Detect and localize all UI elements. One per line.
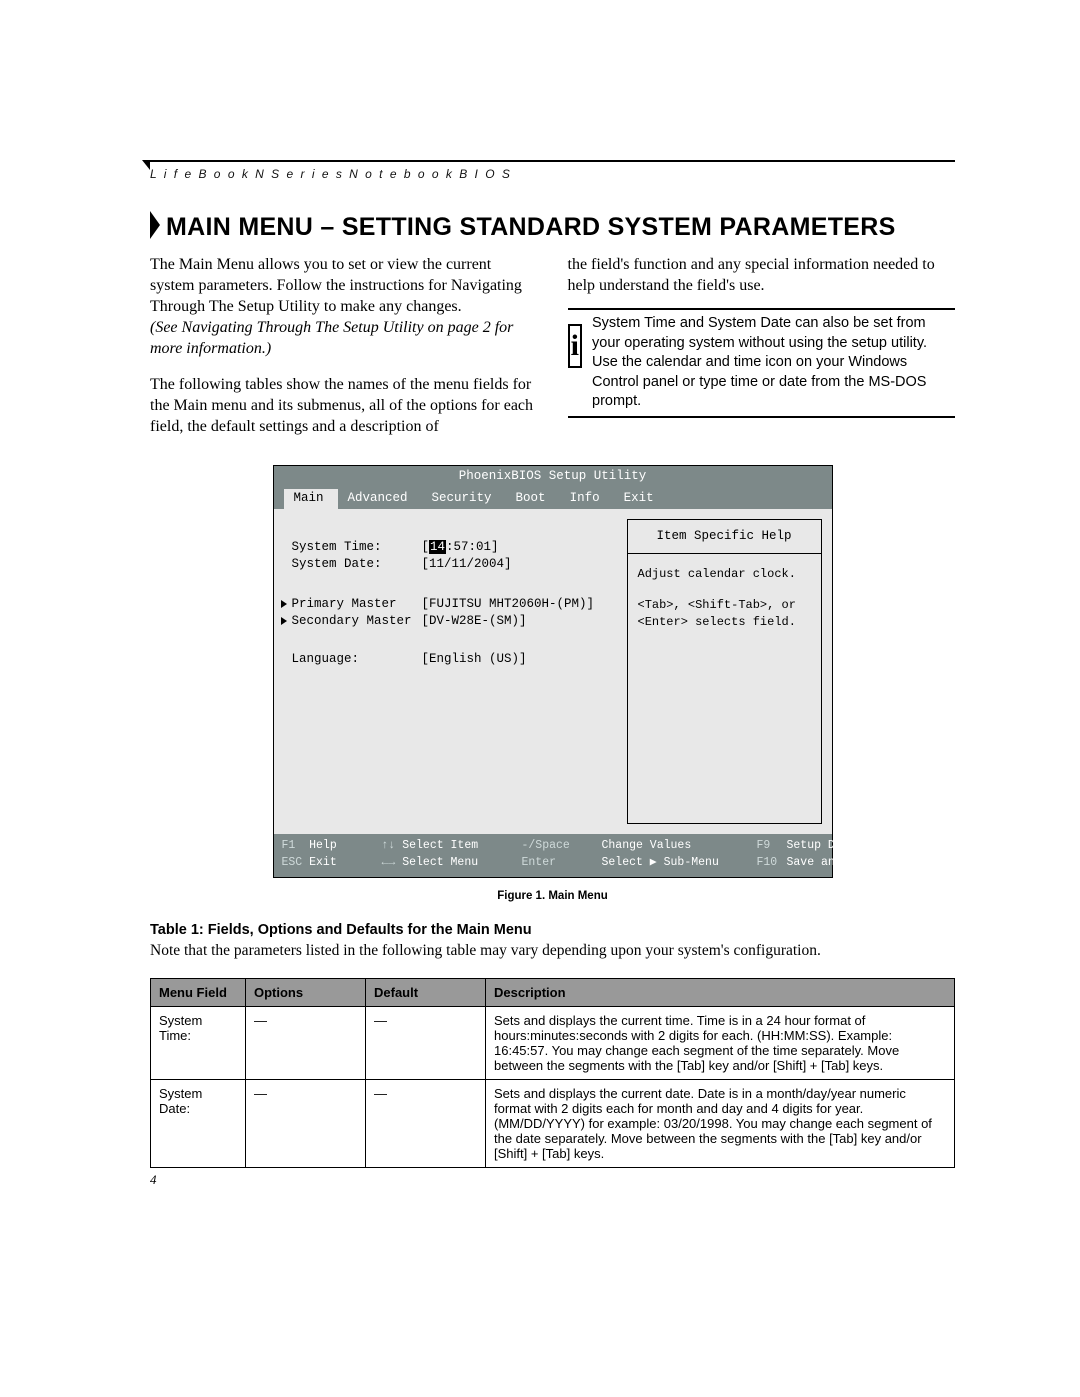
tab-security[interactable]: Security	[422, 489, 506, 509]
intro-p1: The Main Menu allows you to set or view …	[150, 254, 538, 317]
column-right: the field's function and any special inf…	[568, 254, 956, 437]
tab-advanced[interactable]: Advanced	[338, 489, 422, 509]
row-secondary-master[interactable]: Secondary Master [DV-W28E-(SM)]	[292, 613, 613, 631]
table-note: Note that the parameters listed in the f…	[150, 942, 955, 960]
bios-screenshot: PhoenixBIOS Setup Utility Main Advanced …	[273, 465, 833, 902]
page-title: MAIN MENU – SETTING STANDARD SYSTEM PARA…	[150, 211, 955, 242]
figure-caption: Figure 1. Main Menu	[273, 890, 833, 902]
table-row: System Time: — — Sets and displays the c…	[151, 1007, 955, 1080]
tab-boot[interactable]: Boot	[506, 489, 560, 509]
column-left: The Main Menu allows you to set or view …	[150, 254, 538, 437]
bios-footer: F1 Help ↑↓ Select Item -/Space Change Va…	[274, 834, 832, 877]
info-box: i System Time and System Date can also b…	[568, 308, 956, 418]
system-date-value[interactable]: [11/11/2004]	[422, 556, 512, 574]
table-title: Table 1: Fields, Options and Defaults fo…	[150, 922, 955, 938]
help-body: Adjust calendar clock. <Tab>, <Shift-Tab…	[628, 554, 821, 642]
row-system-date[interactable]: System Date: [11/11/2004]	[292, 556, 613, 574]
info-text: System Time and System Date can also be …	[592, 314, 955, 412]
row-language[interactable]: Language: [English (US)]	[292, 651, 613, 669]
row-primary-master[interactable]: Primary Master [FUJITSU MHT2060H-(PM)]	[292, 596, 613, 614]
row-system-time[interactable]: System Time: [14:57:01]	[292, 539, 613, 557]
info-icon: i	[568, 324, 583, 368]
table-header-row: Menu Field Options Default Description	[151, 979, 955, 1007]
primary-master-value: [FUJITSU MHT2060H-(PM)]	[422, 596, 595, 614]
running-header: L i f e B o o k N S e r i e s N o t e b …	[150, 167, 955, 181]
header-caret-icon	[142, 160, 150, 170]
table-row: System Date: — — Sets and displays the c…	[151, 1080, 955, 1168]
language-value: [English (US)]	[422, 651, 527, 669]
tab-info[interactable]: Info	[560, 489, 614, 509]
bios-main-area: System Time: [14:57:01] System Date: [11…	[274, 509, 832, 834]
bios-title: PhoenixBIOS Setup Utility	[274, 466, 832, 490]
intro-p3: the field's function and any special inf…	[568, 254, 956, 296]
caret-icon	[150, 211, 160, 239]
bios-help-pane: Item Specific Help Adjust calendar clock…	[627, 519, 822, 824]
system-time-value[interactable]: [14:57:01]	[422, 539, 499, 557]
tab-main[interactable]: Main	[284, 489, 338, 509]
intro-p2: The following tables show the names of t…	[150, 374, 538, 437]
help-header: Item Specific Help	[628, 520, 821, 555]
secondary-master-value: [DV-W28E-(SM)]	[422, 613, 527, 631]
bios-tab-bar: Main Advanced Security Boot Info Exit	[274, 489, 832, 509]
intro-see: (See Navigating Through The Setup Utilit…	[150, 317, 538, 359]
fields-table: Menu Field Options Default Description S…	[150, 978, 955, 1168]
bios-fields: System Time: [14:57:01] System Date: [11…	[284, 519, 621, 824]
page-number: 4	[150, 1172, 955, 1188]
header-rule: L i f e B o o k N S e r i e s N o t e b …	[150, 160, 955, 181]
body-columns: The Main Menu allows you to set or view …	[150, 254, 955, 437]
tab-exit[interactable]: Exit	[614, 489, 668, 509]
